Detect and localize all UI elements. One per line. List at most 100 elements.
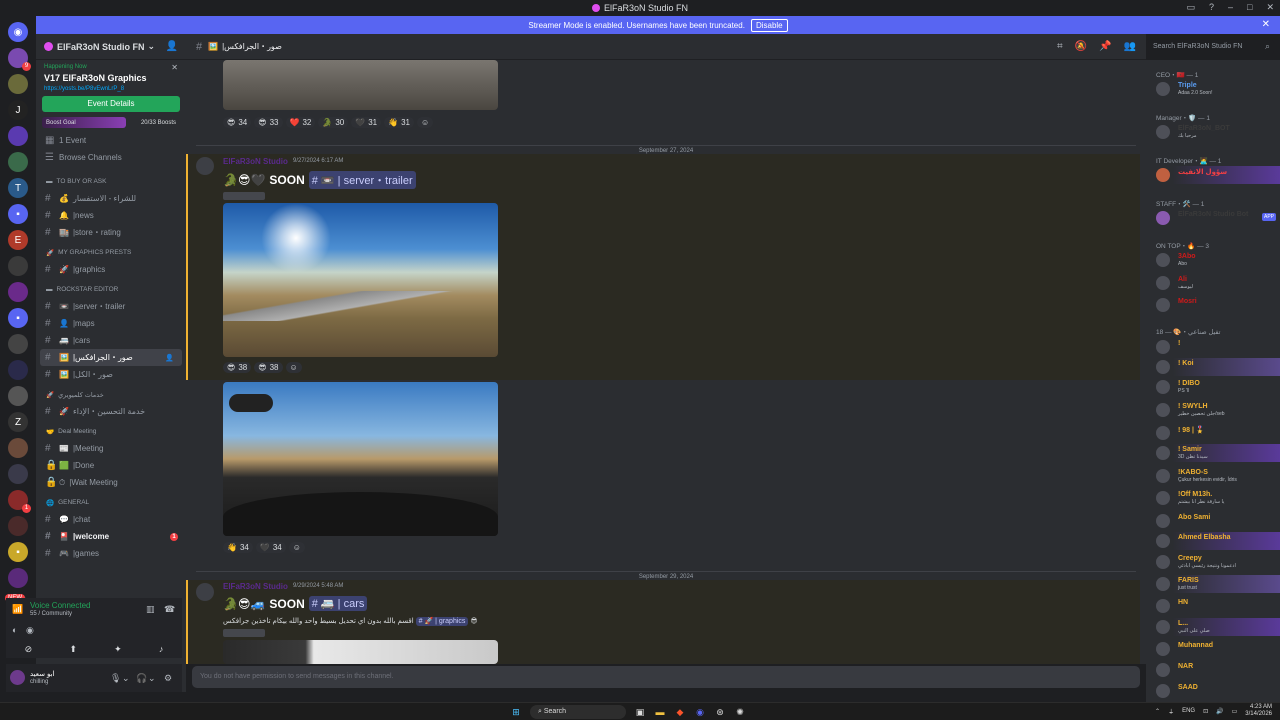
network-icon[interactable]: ⊡ [1203, 708, 1208, 715]
close-button[interactable]: ✕ [1266, 2, 1274, 13]
camera-icon[interactable]: ◐ [12, 625, 17, 635]
channel-graphics[interactable]: # 🚀 | graphics [36, 261, 186, 278]
member-item[interactable]: SAAD [1146, 682, 1280, 700]
folder-icon[interactable]: ▪ [8, 204, 28, 224]
attachment-image[interactable] [223, 203, 498, 357]
server-icon[interactable] [8, 438, 28, 458]
server-icon[interactable]: E [8, 230, 28, 250]
server-icon[interactable] [8, 334, 28, 354]
search-input[interactable]: Search ElFaR3oN Studio FN ⌕ [1148, 40, 1274, 54]
boost-goal-bar[interactable]: Boost Goal 20/33 Boosts [42, 117, 180, 128]
channel-store[interactable]: # 🏬 | store・rating [36, 224, 186, 241]
member-item[interactable]: !KABO-S Çukur herkesin evidir, İdris [1146, 467, 1280, 485]
channel-active[interactable]: # 🖼️ | صور・الجرافكس 👤 [40, 349, 182, 366]
steam-icon[interactable]: ⊛ [714, 706, 726, 718]
channel-welcome[interactable]: # 🎴 | welcome 1 [36, 528, 186, 545]
screen-icon[interactable]: ◉ [26, 625, 34, 636]
pin-icon[interactable]: 📌 [1099, 41, 1111, 52]
voice-server[interactable]: 55 / Community [30, 611, 72, 617]
chevron-up-icon[interactable]: ⌃ [1155, 708, 1160, 715]
member-item[interactable]: 3Abo Abo [1146, 251, 1280, 269]
avatar[interactable] [196, 583, 214, 601]
channel-mention[interactable]: # 📼 | server・trailer [308, 171, 416, 189]
channel-all[interactable]: # 🖼️ | صور・الكل [36, 366, 186, 383]
member-item[interactable]: Ali ليوسف [1146, 274, 1280, 292]
camera-off-icon[interactable]: ⊘ [25, 644, 33, 655]
member-item[interactable]: ! 98 | 🎖️ [1146, 424, 1280, 442]
add-reaction-button[interactable]: ☺ [285, 362, 302, 373]
reaction[interactable]: 👋 34 [223, 542, 253, 553]
reaction[interactable]: ❤️ 32 [285, 117, 316, 128]
add-member-icon[interactable]: 👤 [166, 41, 178, 52]
taskbar-search[interactable]: ⌕ Search [530, 705, 626, 719]
mute-icon[interactable]: 🔕 [1075, 41, 1087, 52]
message-author[interactable]: ElFaR3oN Studio [223, 157, 288, 166]
member-item[interactable]: FARIS just trust [1146, 575, 1280, 593]
microphone-icon[interactable]: 🎙 [110, 673, 121, 684]
member-item[interactable]: Abo Sami [1146, 512, 1280, 530]
add-member-icon[interactable]: 👤 [165, 354, 174, 362]
server-icon[interactable] [8, 256, 28, 276]
channel-maps[interactable]: # 👤 | maps [36, 315, 186, 332]
disconnect-icon[interactable]: ☎ [164, 604, 175, 615]
channel-mention[interactable]: # 🚐 | cars [308, 596, 368, 611]
chevron-down-icon[interactable]: ⌄ [148, 673, 156, 684]
channel-news[interactable]: # 🔔 | news [36, 207, 186, 224]
attachment-image[interactable] [223, 640, 498, 664]
channel-done[interactable]: 🔒 🟩 | Done [36, 457, 186, 474]
help-icon[interactable]: ? [1209, 2, 1214, 13]
close-event-icon[interactable]: ✕ [171, 63, 178, 72]
category-graphics[interactable]: 🚀 MY GRAPHICS PRESTS [36, 244, 186, 261]
member-item[interactable]: ElFaR3oN_BOT مرحبا بك [1146, 123, 1280, 141]
channel-cars[interactable]: # 🚐 | cars [36, 332, 186, 349]
message-author[interactable]: ElFaR3oN Studio [223, 582, 288, 591]
member-item[interactable]: Muhannad [1146, 640, 1280, 658]
noise-suppression-icon[interactable]: ▥ [146, 604, 155, 615]
maximize-button[interactable]: □ [1247, 2, 1252, 13]
home-icon[interactable]: ◉ [8, 22, 28, 42]
category-deal[interactable]: 🤝 Deal Meeting [36, 423, 186, 440]
member-item[interactable]: HN [1146, 597, 1280, 615]
reaction[interactable]: 🖤 31 [351, 117, 382, 128]
language-indicator[interactable]: ENG [1182, 708, 1195, 714]
category-to-buy[interactable]: ▬ TO BUY OR ASK [36, 173, 186, 190]
volume-icon[interactable]: 🔊 [1216, 708, 1223, 715]
channel-chat[interactable]: # 💬 | chat [36, 511, 186, 528]
clock[interactable]: 4:23 AM 3/14/2026 [1245, 704, 1272, 718]
brave-browser-icon[interactable]: ◆ [674, 706, 686, 718]
channel-mention[interactable]: # 🚀 | graphics [415, 617, 469, 626]
server-icon[interactable] [8, 152, 28, 172]
attachment-image[interactable] [223, 60, 498, 110]
task-view-icon[interactable]: ▣ [634, 706, 646, 718]
attachment-image[interactable] [223, 382, 498, 536]
member-item[interactable]: ! SWYLH جلن تحصين خطير/seb [1146, 401, 1280, 419]
avatar[interactable] [196, 157, 214, 175]
reaction[interactable]: 👋 31 [384, 117, 414, 128]
member-item[interactable]: Mosri [1146, 296, 1280, 314]
battery-icon[interactable]: ▭ [1232, 708, 1238, 715]
events-item[interactable]: ▦ 1 Event [36, 132, 186, 149]
avatar[interactable] [10, 670, 25, 685]
event-link[interactable]: https://yosts.be/P8vEwnLrP_8 [44, 86, 178, 92]
usb-icon[interactable]: ⏚ [1168, 707, 1174, 716]
channel-meeting[interactable]: # 📰 | Meeting [36, 440, 186, 457]
server-icon[interactable] [8, 386, 28, 406]
screen-share-icon[interactable]: ⬆ [69, 644, 77, 655]
close-banner-icon[interactable]: ✕ [1262, 19, 1270, 30]
member-item[interactable]: ElFaR3oN Studio Bot APP [1146, 209, 1280, 227]
browse-channels-item[interactable]: ☰ Browse Channels [36, 149, 186, 166]
channel-games[interactable]: # 🎮 | games [36, 545, 186, 562]
server-icon[interactable]: 9 [8, 48, 31, 71]
channel-buy[interactable]: # 💰 للشراء - الاستفسار [36, 190, 186, 207]
guild-header[interactable]: ElFaR3oN Studio FN ⌄ 👤 [36, 34, 186, 60]
server-icon[interactable] [8, 126, 28, 146]
add-reaction-button[interactable]: ☺ [288, 542, 305, 553]
server-icon[interactable]: 1 [8, 490, 31, 513]
folder-icon[interactable]: ▪ [8, 308, 28, 328]
disable-streamer-button[interactable]: Disable [750, 18, 788, 32]
reaction[interactable]: 😎 34 [223, 117, 252, 128]
member-item[interactable]: Ahmed Elbasha [1146, 532, 1280, 550]
settings-gear-icon[interactable]: ⚙ [164, 673, 172, 684]
server-icon[interactable] [8, 464, 28, 484]
add-reaction-button[interactable]: ☺ [417, 117, 434, 128]
